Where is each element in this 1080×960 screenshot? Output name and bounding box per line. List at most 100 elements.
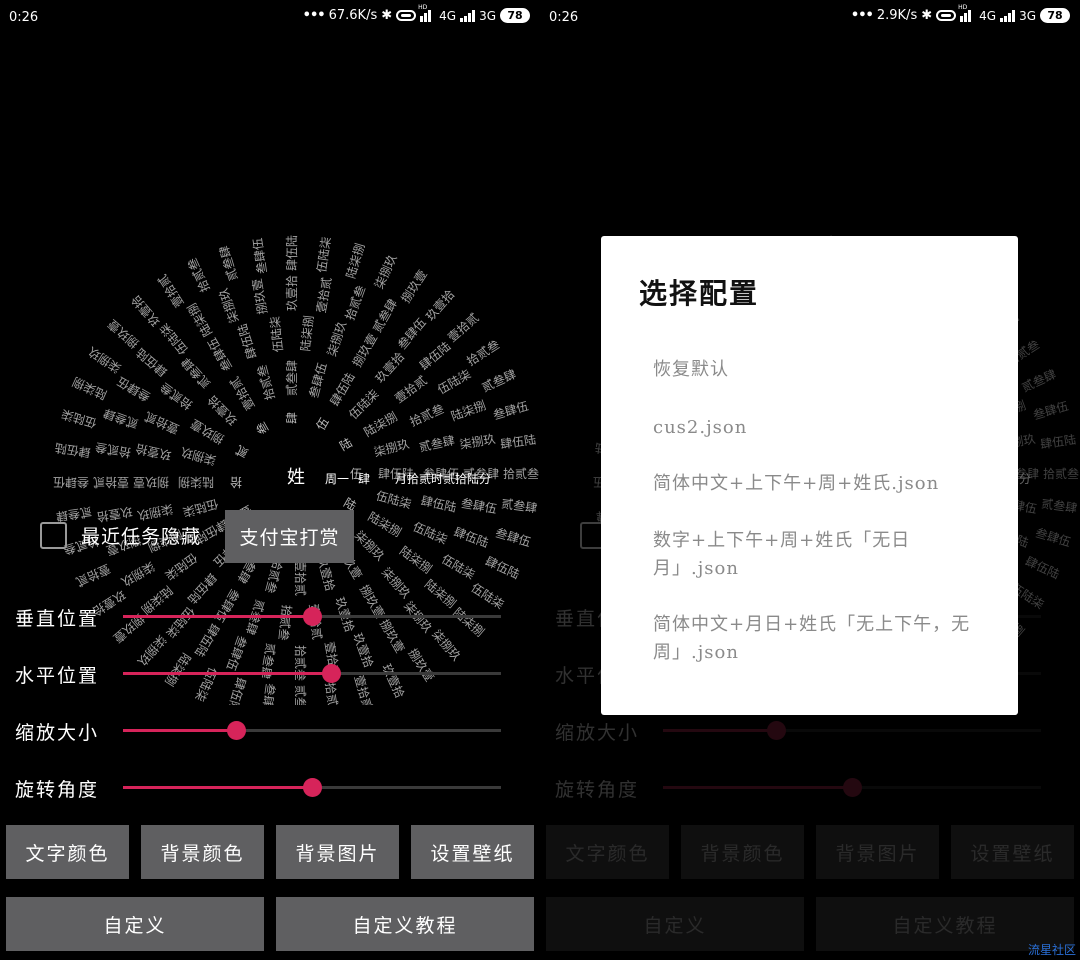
- clock-ring-glyph: 拾贰叁: [157, 380, 195, 413]
- main-screen: 0:26 ••• 67.6K/s ✱ HD 4G 3G 78 拾贰叁 贰叁肆 叁肆伍…: [0, 0, 540, 960]
- rotation-slider-row: 旋转角度: [15, 767, 515, 807]
- text-color-button[interactable]: 文字颜色: [6, 825, 129, 879]
- alipay-donate-button[interactable]: 支付宝打赏: [225, 510, 354, 563]
- clock-ring-glyph: 捌玖壹: [349, 331, 380, 370]
- set-wallpaper-button[interactable]: 设置壁纸: [411, 825, 534, 879]
- clock-ring-glyph: 壹拾贰: [93, 475, 129, 490]
- config-option-restore-default[interactable]: 恢复默认: [653, 356, 973, 384]
- clock-ring-glyph: 柒捌玖: [179, 445, 218, 469]
- clock-ring-glyph: 捌玖壹: [398, 267, 430, 305]
- select-config-dialog: 选择配置 恢复默认 cus2.json 简体中文+上下午+周+姓氏.json 数…: [601, 236, 1018, 715]
- clock-ring-glyph: 壹拾贰: [445, 310, 482, 345]
- hide-recent-row[interactable]: 最近任务隐藏: [40, 522, 201, 549]
- clock-ring-glyph: 伍: [313, 415, 331, 432]
- clock-ring-glyph: 伍陆柒: [314, 236, 334, 274]
- clock-ring-glyph: 肆伍陆: [133, 345, 170, 380]
- clock-ring-glyph: 叁: [253, 419, 272, 437]
- vertical-position-slider-row: 垂直位置: [15, 596, 515, 636]
- customize-tutorial-button[interactable]: 自定义教程: [276, 897, 534, 951]
- network-type-2: 3G: [479, 8, 496, 23]
- clock-minute: 月拾贰时贰拾陆分: [395, 471, 491, 486]
- clock-ring-glyph: 叁肆伍: [204, 335, 235, 374]
- clock-ring-glyph: 陆柒捌: [184, 301, 215, 340]
- more-dots-icon: •••: [850, 8, 874, 23]
- vertical-position-slider[interactable]: [123, 607, 501, 626]
- clock-ring-glyph: 伍陆柒: [59, 407, 98, 432]
- clock-ring-glyph: 陆柒捌: [366, 509, 405, 540]
- clock-ring-glyph: 柒捌玖: [136, 501, 174, 523]
- clock-ring-glyph: 贰叁肆: [418, 432, 456, 454]
- clock-ring-glyph: 柒捌玖: [85, 344, 123, 376]
- clock-ring-glyph: 贰叁肆: [101, 406, 140, 432]
- clock-ring-glyph: 肆伍陆: [54, 440, 92, 460]
- clock-ring-glyph: 玖壹拾: [128, 292, 163, 329]
- clock-ring-glyph: 玖壹拾: [134, 441, 172, 463]
- signal-icon-2: [460, 9, 476, 22]
- clock-ring-glyph: 伍陆柒: [162, 550, 200, 583]
- config-option-simplified-chinese[interactable]: 简体中文+上下午+周+姓氏.json: [653, 470, 973, 498]
- clock-ring-glyph: 陆柒捌: [343, 241, 368, 280]
- clock-ring-glyph: 捌玖壹: [249, 278, 270, 316]
- clock-ring-glyph: 玖壹拾: [372, 349, 407, 386]
- clock-hour: 肆: [358, 472, 370, 486]
- status-time-right: 0:26: [549, 10, 579, 25]
- network-speed-right: 2.9K/s: [876, 8, 918, 23]
- network-type-1-right: 4G: [979, 8, 997, 23]
- clock-ring-glyph: 壹拾贰: [313, 276, 334, 314]
- battery-icon: 78: [500, 8, 530, 23]
- scale-label: 缩放大小: [15, 722, 100, 744]
- clock-ring-glyph: 壹拾贰: [74, 561, 113, 590]
- clock-ring-glyph: 拾: [230, 475, 242, 490]
- status-bar-right: 0:26 ••• 2.9K/s ✱ HD 4G 3G 78: [540, 0, 1080, 36]
- scale-slider[interactable]: [123, 721, 501, 740]
- clock-ring-glyph: 玖壹拾: [422, 287, 457, 324]
- clock-ring-glyph: 捌玖壹: [105, 317, 142, 352]
- clock-ring-glyph: 伍陆柒: [267, 316, 286, 353]
- battery-saver-icon: [936, 10, 957, 21]
- clock-ring-glyph: 捌玖壹: [188, 416, 227, 447]
- rotation-label: 旋转角度: [15, 779, 100, 801]
- hide-recent-checkbox[interactable]: [40, 522, 67, 549]
- clock-ring-glyph: 伍陆柒: [411, 519, 450, 547]
- background-image-button[interactable]: 背景图片: [276, 825, 399, 879]
- customize-button[interactable]: 自定义: [6, 897, 264, 951]
- clock-ring-glyph: 叁肆伍: [114, 374, 153, 405]
- horizontal-position-slider[interactable]: [123, 664, 501, 683]
- watermark: 流星社区: [1027, 943, 1076, 957]
- vertical-position-thumb[interactable]: [303, 607, 322, 626]
- clock-ring-glyph: 陆柒捌: [449, 397, 488, 423]
- clock-ring-glyph: 柒捌玖: [324, 319, 349, 358]
- network-type-2-right: 3G: [1019, 8, 1036, 23]
- dialog-title: 选择配置: [639, 277, 760, 310]
- bluetooth-icon: ✱: [381, 8, 393, 23]
- horizontal-position-label: 水平位置: [15, 665, 100, 687]
- vertical-position-label: 垂直位置: [15, 608, 100, 630]
- clock-ring-glyph: 叁肆伍: [494, 525, 533, 550]
- clock-ring-glyph: 拾贰叁: [184, 256, 213, 295]
- network-speed: 67.6K/s: [328, 8, 378, 23]
- config-option-cus2[interactable]: cus2.json: [653, 414, 973, 442]
- clock-ring-glyph: 叁肆伍: [460, 495, 498, 516]
- clock-ring-glyph: 叁肆伍: [394, 315, 429, 352]
- clock-ring-glyph: 伍陆柒: [181, 496, 220, 520]
- clock-ring-glyph: 壹拾贰: [142, 409, 181, 437]
- clock-ring-glyph: 叁肆伍: [250, 237, 270, 275]
- rotation-thumb[interactable]: [303, 778, 322, 797]
- config-option-numeric[interactable]: 数字+上下午+周+姓氏「无日月」.json: [653, 527, 923, 583]
- clock-ring-glyph: 肆伍陆: [452, 524, 491, 550]
- scale-thumb[interactable]: [227, 721, 247, 740]
- horizontal-position-thumb[interactable]: [321, 664, 341, 683]
- clock-ring-glyph: 贰叁肆: [178, 355, 213, 392]
- clock-ring-glyph: 拾贰叁: [254, 363, 278, 402]
- config-option-month-day[interactable]: 简体中文+月日+姓氏「无上下午，无周」.json: [653, 611, 973, 667]
- clock-ring-glyph: 肆伍陆: [327, 370, 358, 409]
- rotation-slider[interactable]: [123, 778, 501, 797]
- clock-ring-glyph: 陆柒捌: [178, 475, 214, 490]
- clock-ring-glyph: 拾贰叁: [407, 401, 446, 429]
- clock-ring-glyph: 捌玖壹: [133, 475, 169, 490]
- clock-ring-glyph: 肆伍陆: [420, 493, 458, 515]
- clock-ring-glyph: 贰: [233, 442, 251, 461]
- clock-center-char: 姓: [287, 467, 305, 488]
- background-color-button[interactable]: 背景颜色: [141, 825, 264, 879]
- more-dots-icon: •••: [302, 8, 326, 23]
